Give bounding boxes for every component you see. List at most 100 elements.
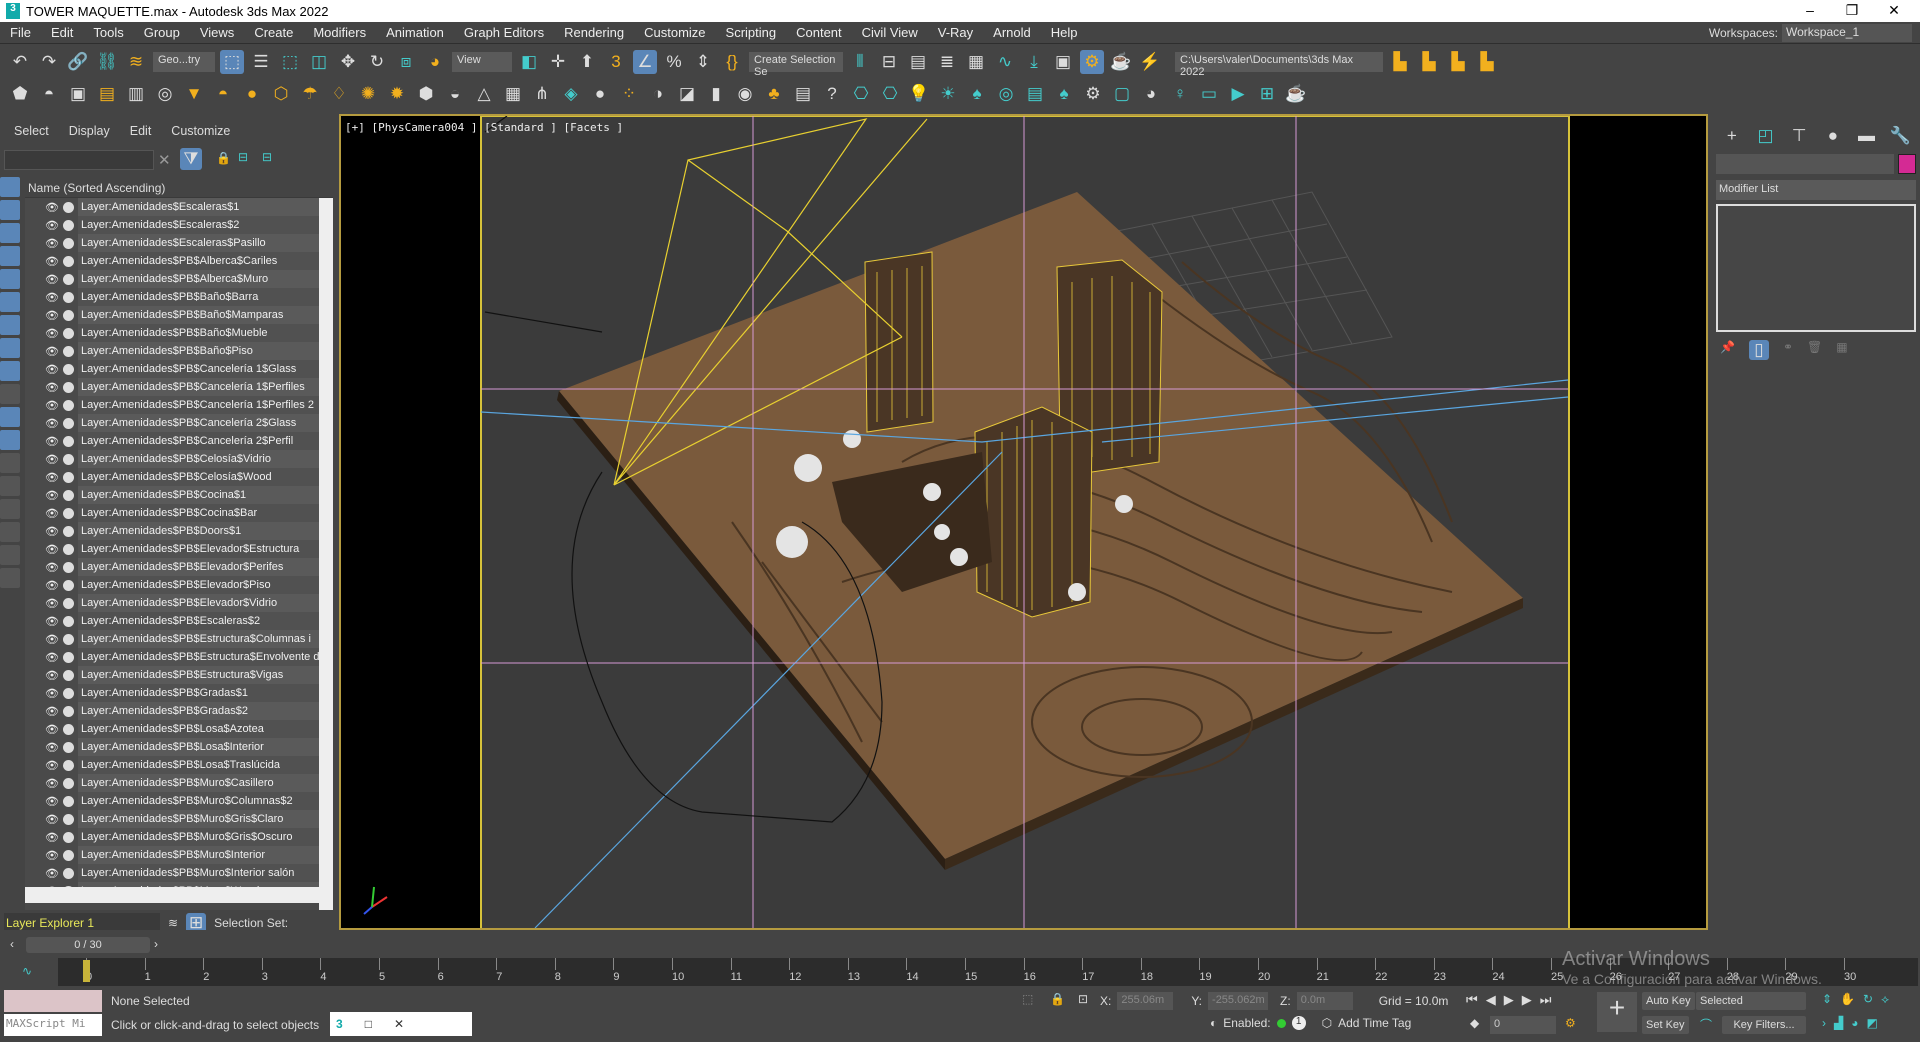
explorer-menu-customize[interactable]: Customize	[171, 124, 230, 138]
key-mode-dropdown[interactable]: Selected	[1696, 992, 1806, 1010]
menu-rendering[interactable]: Rendering	[554, 25, 634, 40]
layer-row[interactable]: 👁 Layer:Amenidades$PB$Muro$Columnas$2	[25, 792, 319, 810]
track-bar[interactable]: ∿ 01234567891011121314151617181920212223…	[0, 958, 1920, 988]
layer-row[interactable]: 👁 Layer:Amenidades$PB$Losa$Azotea	[25, 720, 319, 738]
visibility-eye-icon[interactable]: 👁	[45, 525, 59, 538]
project-path-dropdown[interactable]: C:\Users\valer\Documents\3ds Max 2022	[1175, 52, 1383, 78]
freeze-dot-icon[interactable]	[63, 831, 74, 843]
window-crossing-icon[interactable]: ◫	[307, 50, 331, 74]
percent-snap-icon[interactable]: %	[662, 50, 686, 74]
prev-frame-button[interactable]: ‹	[10, 937, 14, 951]
vertical-scrollbar[interactable]	[319, 198, 333, 910]
layer-row[interactable]: 👁 Layer:Amenidades$PB$Celosía$Wood	[25, 468, 319, 486]
field-of-view-icon[interactable]: ›	[1822, 1016, 1826, 1030]
hierarchy-collapse-icon[interactable]: ⊟	[262, 150, 272, 164]
camera-viewport[interactable]: [+] [PhysCamera004 ] [Standard ] [Facets…	[339, 114, 1708, 930]
layer-name[interactable]: Layer:Amenidades$Escaleras$1	[78, 198, 319, 216]
rendered-frame-window-icon[interactable]: ☕	[1109, 50, 1133, 74]
visibility-eye-icon[interactable]: 👁	[45, 399, 59, 412]
vray-sphere-icon[interactable]: ◒	[443, 82, 467, 106]
material-ball-icon[interactable]: ●	[588, 82, 612, 106]
visibility-eye-icon[interactable]: 👁	[45, 255, 59, 268]
freeze-dot-icon[interactable]	[63, 543, 74, 555]
placement-icon[interactable]: ◕	[423, 50, 447, 74]
geometry-filter-icon[interactable]	[0, 177, 20, 197]
current-frame-field[interactable]: 0	[1490, 1016, 1556, 1034]
layer-row[interactable]: 👁 Layer:Amenidades$PB$Doors$1	[25, 522, 319, 540]
layer-name[interactable]: Layer:Amenidades$PB$Muro$Casillero	[78, 774, 319, 792]
modifier-stack[interactable]	[1716, 204, 1916, 332]
layer-name[interactable]: Layer:Amenidades$PB$Baño$Mamparas	[78, 306, 319, 324]
time-tag-icon[interactable]: ⬡	[1322, 1016, 1332, 1030]
layer-row[interactable]: 👁 Layer:Amenidades$Escaleras$2	[25, 216, 319, 234]
menu-v-ray[interactable]: V-Ray	[928, 25, 983, 40]
render-production-icon[interactable]: ⚡	[1138, 50, 1162, 74]
select-manipulate-icon[interactable]: ✛	[546, 50, 570, 74]
make-unique-icon[interactable]: ⚭	[1783, 340, 1793, 360]
layer-row[interactable]: 👁 Layer:Amenidades$PB$Elevador$Perifes	[25, 558, 319, 576]
layer-name[interactable]: Layer:Amenidades$PB$Estructura$Envolvent…	[78, 648, 319, 666]
filter-icon[interactable]: ⧩	[180, 148, 202, 170]
explorer-menu-edit[interactable]: Edit	[130, 124, 152, 138]
freeze-dot-icon[interactable]	[63, 399, 74, 411]
freeze-dot-icon[interactable]	[63, 669, 74, 681]
scatter-icon[interactable]: ◎	[994, 82, 1018, 106]
visibility-eye-icon[interactable]: 👁	[45, 417, 59, 430]
explorer-menu-display[interactable]: Display	[69, 124, 110, 138]
layer-row[interactable]: 👁 Layer:Amenidades$PB$Cancelería 1$Perfil…	[25, 378, 319, 396]
clear-search-icon[interactable]: ✕	[158, 151, 171, 169]
named-selection-dropdown[interactable]: Create Selection Se	[749, 52, 843, 78]
proxy-icon[interactable]: ▦	[501, 82, 525, 106]
layer-name[interactable]: Layer:Amenidades$PB$Cancelería 1$Perfile…	[78, 396, 319, 414]
align-icon[interactable]: ⊟	[877, 50, 901, 74]
render-setup-icon[interactable]: ⚙	[1080, 50, 1104, 74]
mesh-clipper-icon[interactable]: ◈	[559, 82, 583, 106]
layer-name[interactable]: Layer:Amenidades$PB$Estructura$Columnas …	[78, 630, 319, 648]
play-icon[interactable]: ▶	[1504, 992, 1514, 1008]
visibility-eye-icon[interactable]: 👁	[45, 291, 59, 304]
visibility-eye-icon[interactable]: 👁	[45, 597, 59, 610]
layer-row[interactable]: 👁 Layer:Amenidades$PB$Escaleras$2	[25, 612, 319, 630]
probe-icon[interactable]: ♀	[1168, 82, 1192, 106]
selection-filter-dropdown[interactable]: Geo...try	[153, 52, 215, 72]
layer-name[interactable]: Layer:Amenidades$PB$Muro$Interior	[78, 846, 319, 864]
project-settings-icon[interactable]: ▙	[1388, 50, 1412, 74]
visibility-eye-icon[interactable]: 👁	[45, 651, 59, 664]
orbit-icon[interactable]: ↻	[1863, 992, 1873, 1007]
motion-tab-icon[interactable]: ●	[1821, 124, 1845, 148]
funnel-icon[interactable]	[0, 545, 20, 565]
time-config-arrows-icon[interactable]: ◆	[1470, 1016, 1479, 1030]
current-frame-marker[interactable]	[83, 960, 90, 982]
visibility-eye-icon[interactable]: 👁	[45, 453, 59, 466]
visibility-eye-icon[interactable]: 👁	[45, 777, 59, 790]
freeze-dot-icon[interactable]	[63, 867, 74, 879]
minimized-window[interactable]: 3 □ ✕	[330, 1012, 472, 1036]
layer-name[interactable]: Layer:Amenidades$PB$Celosía$Wood	[78, 468, 319, 486]
pan-icon[interactable]: ▟	[1834, 1016, 1843, 1030]
layer-row[interactable]: 👁 Layer:Amenidades$PB$Cancelería 2$Glass	[25, 414, 319, 432]
auto-key-button[interactable]: Auto Key	[1642, 992, 1695, 1010]
lock-icon[interactable]: 🔒	[216, 151, 231, 165]
pin-stack-icon[interactable]: 📌	[1720, 340, 1735, 360]
layer-name[interactable]: Layer:Amenidades$PB$Muro$Gris$Oscuro	[78, 828, 319, 846]
isolate-selection-icon[interactable]: ⬚	[1022, 992, 1033, 1006]
freeze-dot-icon[interactable]	[63, 417, 74, 429]
layer-name[interactable]: Layer:Amenidades$Escaleras$Pasillo	[78, 234, 319, 252]
layer-row[interactable]: 👁 Layer:Amenidades$PB$Estructura$Envolven…	[25, 648, 319, 666]
hidden-filter-icon[interactable]	[0, 430, 20, 450]
light-lister-icon[interactable]: ▤	[95, 82, 119, 106]
helpers-filter-icon[interactable]	[0, 269, 20, 289]
freeze-dot-icon[interactable]	[63, 435, 74, 447]
visibility-eye-icon[interactable]: 👁	[45, 813, 59, 826]
go-to-end-icon[interactable]: ⏭	[1540, 992, 1552, 1008]
geosphere-icon[interactable]: ⬡	[269, 82, 293, 106]
time-slider-thumb[interactable]: 0 / 30	[26, 937, 150, 953]
minimized-close-icon[interactable]: ✕	[394, 1017, 404, 1031]
utilities-tab-icon[interactable]: 🔧	[1888, 124, 1912, 148]
menu-animation[interactable]: Animation	[376, 25, 454, 40]
layer-row[interactable]: 👁 Layer:Amenidades$PB$Gradas$1	[25, 684, 319, 702]
keyboard-shortcut-override-icon[interactable]: ⬆	[575, 50, 599, 74]
teapot-render-icon[interactable]: ☕	[1284, 82, 1308, 106]
minimized-restore-icon[interactable]: □	[365, 1017, 372, 1031]
visibility-eye-icon[interactable]: 👁	[45, 723, 59, 736]
